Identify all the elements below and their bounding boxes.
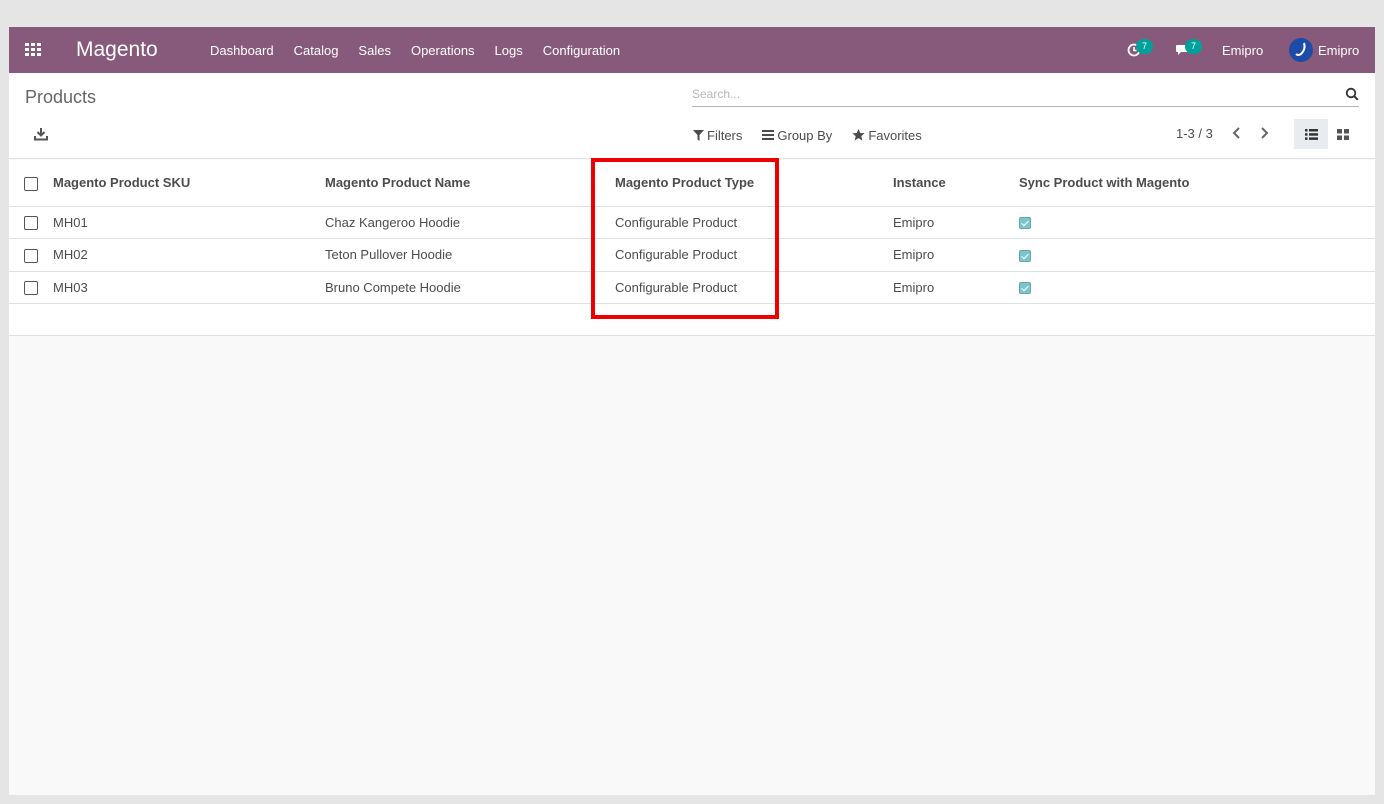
apps-menu-icon[interactable] [25, 43, 41, 57]
menu-item-logs[interactable]: Logs [495, 43, 523, 58]
menu-item-operations[interactable]: Operations [411, 43, 475, 58]
messages-button[interactable]: 7 [1175, 27, 1202, 73]
column-header-sku[interactable]: Magento Product SKU [53, 160, 325, 206]
menu-item-catalog[interactable]: Catalog [294, 43, 339, 58]
table-header: Magento Product SKU Magento Product Name… [9, 160, 1375, 206]
pager-value[interactable]: 1-3 / 3 [1176, 126, 1213, 141]
control-panel: Products Filters [9, 73, 1375, 159]
list-icon [1304, 128, 1318, 140]
cell-instance: Emipro [893, 247, 935, 263]
products-table: Magento Product SKU Magento Product Name… [9, 160, 1375, 336]
filters-button[interactable]: Filters [693, 128, 742, 143]
user-menu[interactable]: Emipro [1289, 27, 1359, 73]
messages-badge: 7 [1185, 39, 1202, 54]
column-header-name[interactable]: Magento Product Name [325, 160, 615, 206]
bars-icon [762, 130, 775, 140]
sync-checkbox[interactable] [1019, 249, 1031, 262]
favorites-button[interactable]: Favorites [852, 127, 922, 143]
top-navbar: Magento Dashboard Catalog Sales Operatio… [9, 27, 1375, 73]
main-menu: Dashboard Catalog Sales Operations Logs … [210, 27, 640, 73]
cell-name: Chaz Kangeroo Hoodie [325, 214, 461, 230]
activity-badge: 7 [1136, 39, 1153, 54]
column-header-type[interactable]: Magento Product Type [615, 160, 893, 206]
page-title[interactable]: Products [25, 87, 96, 108]
star-icon [852, 129, 865, 141]
grid-icon [1337, 128, 1349, 140]
cell-instance: Emipro [893, 214, 935, 230]
cell-type: Configurable Product [615, 214, 738, 230]
select-all-checkbox[interactable] [24, 176, 38, 191]
products-list: Magento Product SKU Magento Product Name… [9, 160, 1375, 336]
table-row[interactable]: MH01 Chaz Kangeroo Hoodie Configurable P… [9, 206, 1375, 239]
cell-type: Configurable Product [615, 247, 738, 263]
search-input[interactable] [692, 83, 1332, 105]
filter-icon [693, 129, 704, 141]
search-bar [692, 83, 1359, 107]
chevron-right-icon[interactable] [1257, 125, 1271, 141]
download-icon[interactable] [34, 127, 48, 141]
row-checkbox[interactable] [24, 216, 38, 231]
row-checkbox[interactable] [24, 281, 38, 296]
list-view-button[interactable] [1294, 119, 1328, 149]
cell-sku: MH01 [53, 214, 88, 230]
row-checkbox[interactable] [24, 248, 38, 263]
cell-name: Bruno Compete Hoodie [325, 279, 461, 295]
column-header-instance[interactable]: Instance [893, 160, 1019, 206]
company-switcher[interactable]: Emipro [1222, 27, 1263, 73]
table-row[interactable]: MH03 Bruno Compete Hoodie Configurable P… [9, 271, 1375, 304]
app-brand[interactable]: Magento [76, 38, 158, 62]
chevron-left-icon[interactable] [1230, 125, 1244, 141]
menu-item-configuration[interactable]: Configuration [543, 43, 620, 58]
favorites-label: Favorites [868, 127, 922, 143]
menu-item-dashboard[interactable]: Dashboard [210, 43, 274, 58]
cell-instance: Emipro [893, 279, 935, 295]
activity-button[interactable]: 7 [1127, 27, 1153, 73]
column-header-sync[interactable]: Sync Product with Magento [1019, 160, 1375, 206]
cell-type: Configurable Product [615, 279, 738, 295]
avatar [1289, 38, 1313, 62]
group-by-label: Group By [777, 127, 833, 143]
menu-item-sales[interactable]: Sales [358, 43, 391, 58]
kanban-view-button[interactable] [1326, 119, 1360, 149]
user-name: Emipro [1318, 42, 1360, 58]
cell-sku: MH03 [53, 279, 88, 295]
filters-label: Filters [707, 127, 743, 143]
group-by-button[interactable]: Group By [762, 128, 832, 143]
sync-checkbox[interactable] [1019, 282, 1031, 295]
table-footer-row [9, 303, 1375, 336]
search-icon[interactable] [1345, 87, 1359, 101]
cell-sku: MH02 [53, 247, 88, 263]
sync-checkbox[interactable] [1019, 217, 1031, 230]
search-options: Filters Group By Favorites [693, 127, 942, 143]
app-window: Magento Dashboard Catalog Sales Operatio… [9, 27, 1375, 795]
user-logo-icon [1295, 42, 1306, 56]
cell-name: Teton Pullover Hoodie [325, 247, 453, 263]
table-row[interactable]: MH02 Teton Pullover Hoodie Configurable … [9, 239, 1375, 271]
